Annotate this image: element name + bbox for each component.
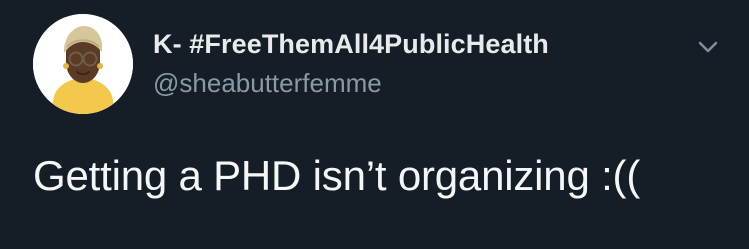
- profile-avatar-icon: [33, 14, 133, 114]
- tweet-text: Getting a PHD isn’t organizing :((: [33, 152, 641, 199]
- display-name[interactable]: K- #FreeThemAll4PublicHealth: [153, 26, 549, 62]
- chevron-down-icon: [698, 41, 718, 53]
- profile-avatar[interactable]: [33, 14, 133, 114]
- tweet-card: K- #FreeThemAll4PublicHealth @sheabutter…: [0, 0, 749, 249]
- tweet-menu-button[interactable]: [692, 31, 724, 63]
- user-handle[interactable]: @sheabutterfemme: [153, 66, 382, 100]
